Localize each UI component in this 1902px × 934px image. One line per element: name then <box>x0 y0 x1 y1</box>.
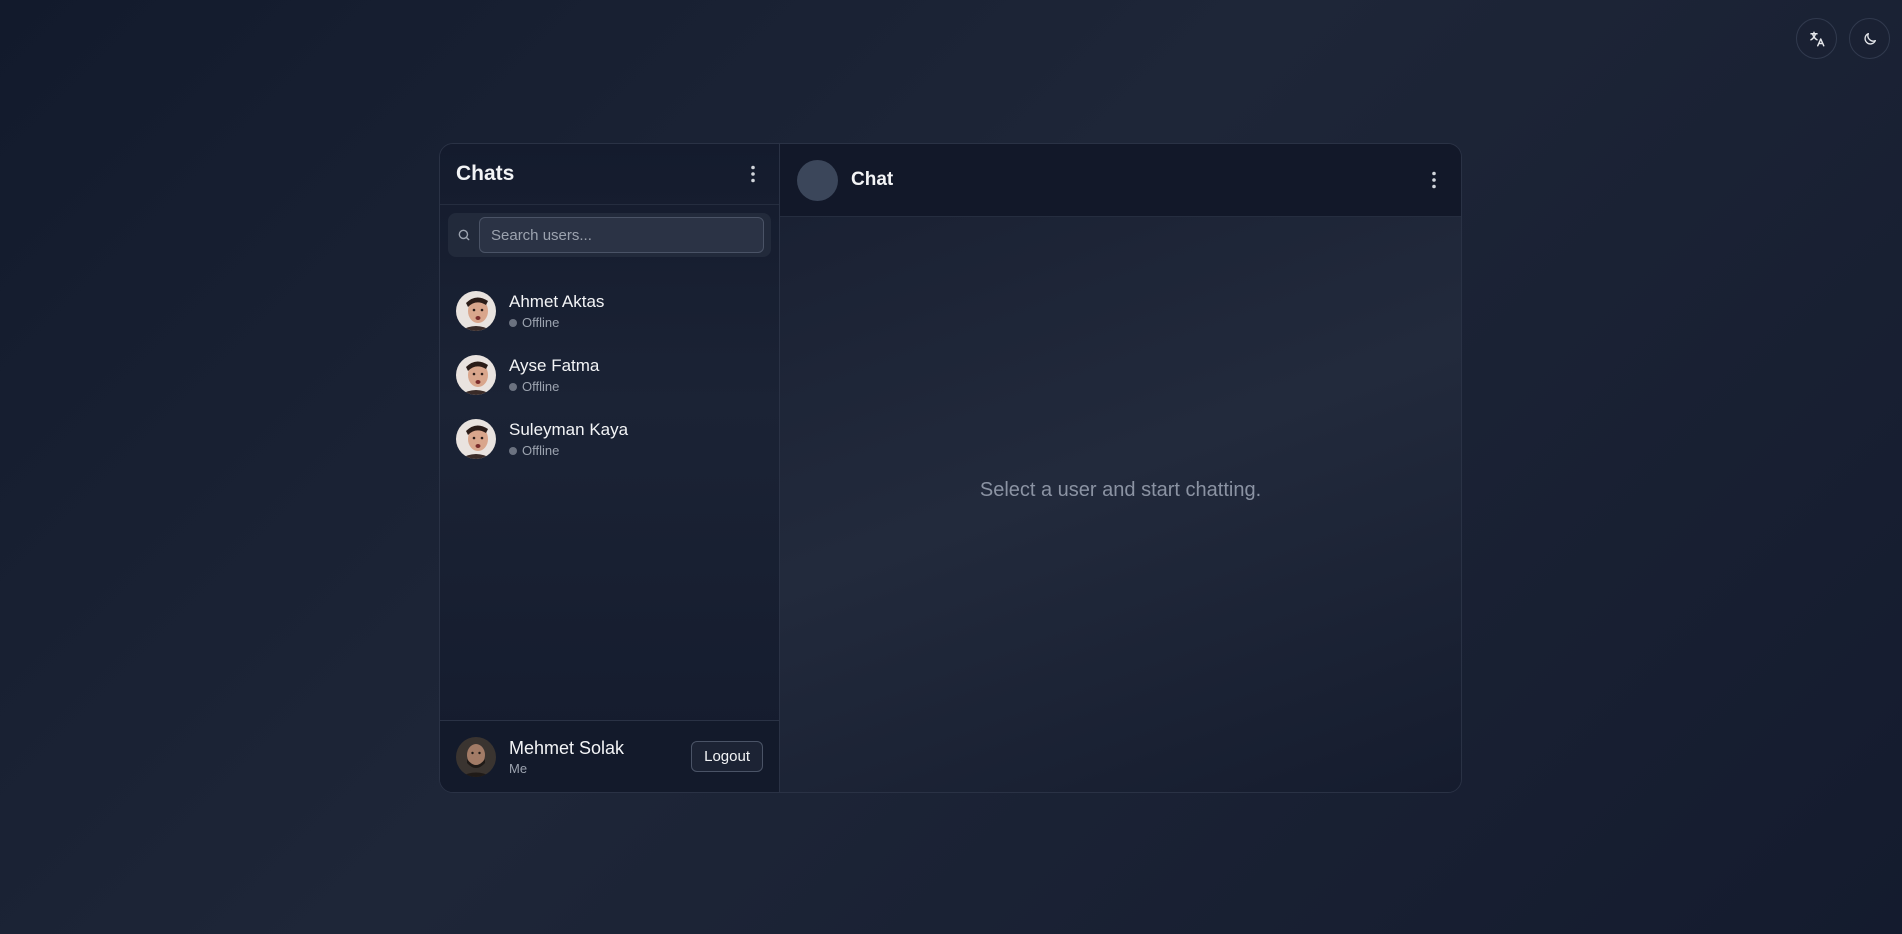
user-info: Suleyman Kaya Offline <box>509 420 628 458</box>
chat-menu-button[interactable] <box>1424 168 1444 192</box>
sidebar-header: Chats <box>440 144 779 205</box>
status-dot <box>509 318 517 327</box>
chat-avatar <box>797 159 838 201</box>
user-status: Offline <box>509 315 604 330</box>
theme-toggle-button[interactable] <box>1849 18 1890 59</box>
chat-app-window: Chats Search users... Ahmet Aktas Offlin… <box>439 143 1462 793</box>
search-input[interactable] <box>479 217 764 253</box>
top-actions <box>1796 18 1890 59</box>
search-icon <box>458 229 470 241</box>
avatar <box>456 355 496 395</box>
user-info: Ayse Fatma Offline <box>509 356 599 394</box>
user-list: Ahmet Aktas Offline Ayse Fatma Offline S… <box>440 257 779 720</box>
user-list-item-suleyman-kaya[interactable]: Suleyman Kaya Offline <box>440 407 779 471</box>
user-name: Ayse Fatma <box>509 356 600 375</box>
avatar <box>456 419 496 459</box>
status-dot <box>509 382 517 391</box>
current-user-subtitle: Me <box>509 760 528 776</box>
logout-button[interactable]: Logout <box>691 741 763 772</box>
status-text: Offline <box>522 315 560 330</box>
more-vertical-icon <box>1432 171 1436 189</box>
user-status: Offline <box>509 379 599 394</box>
search-bar <box>448 213 771 257</box>
status-dot <box>509 446 517 455</box>
chat-body: Select a user and start chatting. <box>780 217 1461 792</box>
avatar <box>456 291 496 331</box>
moon-icon <box>1863 32 1876 45</box>
status-text: Offline <box>522 379 560 394</box>
current-user-name: Mehmet Solak <box>509 737 625 758</box>
sidebar-menu-button[interactable] <box>743 162 763 186</box>
user-name: Ahmet Aktas <box>509 292 605 311</box>
current-user-footer: Mehmet Solak Me Logout <box>440 720 779 792</box>
user-list-item-ahmet-aktas[interactable]: Ahmet Aktas Offline <box>440 279 779 343</box>
user-list-item-ayse-fatma[interactable]: Ayse Fatma Offline <box>440 343 779 407</box>
more-vertical-icon <box>751 165 755 183</box>
current-user-info: Mehmet Solak Me <box>509 738 678 776</box>
user-name: Suleyman Kaya <box>509 420 629 439</box>
status-text: Offline <box>522 443 560 458</box>
empty-chat-message: Select a user and start chatting. <box>979 479 1262 501</box>
chat-header: Chat <box>780 144 1461 217</box>
sidebar: Chats Search users... Ahmet Aktas Offlin… <box>440 144 780 792</box>
language-button[interactable] <box>1796 18 1837 59</box>
my-avatar <box>456 736 496 777</box>
user-status: Offline <box>509 443 628 458</box>
translate-icon <box>1809 31 1824 46</box>
user-info: Ahmet Aktas Offline <box>509 292 604 330</box>
sidebar-title: Chats <box>456 162 515 185</box>
chat-title: Chat <box>851 169 894 190</box>
chat-panel: Chat Select a user and start chatting. <box>780 144 1461 792</box>
